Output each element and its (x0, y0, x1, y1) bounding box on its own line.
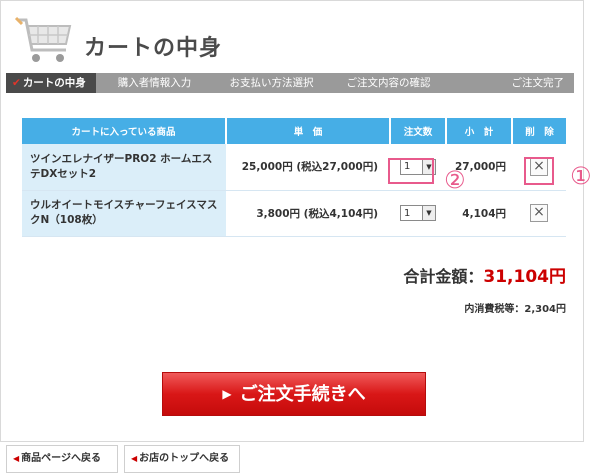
quantity-value: 1 (404, 207, 411, 219)
shopping-cart-icon (14, 16, 72, 62)
checkout-button-label: ご注文手続きへ (239, 384, 366, 405)
play-arrow-icon: ▶ (222, 387, 232, 401)
product-name: ツインエレナイザーPRO2 ホームエステDXセット2 (22, 144, 226, 191)
tax-summary: 内消費税等：2,304円 (464, 300, 566, 315)
checkout-button[interactable]: ▶ ご注文手続きへ (162, 372, 426, 416)
total-label: 合計金額： (403, 267, 484, 286)
quantity-select[interactable]: 1 ▼ (400, 205, 436, 221)
header-subtotal: 小 計 (446, 118, 513, 144)
back-to-product-link[interactable]: ◀ 商品ページへ戻る (6, 445, 118, 473)
cart-table: カートに入っている商品 単 価 注文数 小 計 削 除 ツインエレナイザーPRO… (22, 118, 566, 237)
step-order-confirm: ご注文内容の確認 (346, 77, 431, 89)
step-cart: ✔ カートの中身 (6, 73, 96, 93)
tax-value: 2,304円 (524, 304, 566, 315)
header-quantity: 注文数 (390, 118, 447, 144)
back-arrow-icon: ◀ (13, 454, 20, 463)
delete-button[interactable]: × (530, 204, 548, 222)
step-order-complete: ご注文完了 (511, 77, 565, 89)
header-delete: 削 除 (512, 118, 566, 144)
unit-price: 3,800円 (税込4,104円) (226, 190, 390, 237)
tax-label: 内消費税等： (464, 304, 525, 315)
back-arrow-icon: ◀ (131, 454, 138, 463)
back-to-shop-top-link[interactable]: ◀ お店のトップへ戻る (124, 445, 240, 473)
delete-marker: ① (570, 162, 592, 190)
table-row: ツインエレナイザーPRO2 ホームエステDXセット2 25,000円 (税込27… (22, 144, 566, 191)
unit-price: 25,000円 (税込27,000円) (226, 144, 390, 191)
subtotal: 4,104円 (446, 190, 512, 237)
check-mark-icon: ✔ (12, 77, 21, 89)
header-product: カートに入っている商品 (22, 118, 227, 144)
page-title: カートの中身 (84, 36, 223, 61)
header-unit-price: 単 価 (226, 118, 391, 144)
step-buyer-info: 購入者情報入力 (117, 77, 192, 89)
step-payment-method: お支払い方法選択 (229, 77, 314, 89)
total-value: 31,104円 (483, 267, 566, 287)
page-header: カートの中身 (10, 8, 570, 70)
checkout-progress-steps: ✔ カートの中身 購入者情報入力 お支払い方法選択 ご注文内容の確認 ご注文完了 (6, 73, 574, 93)
cart-table-header: カートに入っている商品 単 価 注文数 小 計 削 除 (22, 118, 566, 144)
quantity-highlight-box (388, 158, 434, 184)
quantity-marker: ② (444, 166, 466, 194)
product-name: ウルオイートモイスチャーフェイスマスクN（108枚） (22, 190, 226, 237)
delete-highlight-box (524, 157, 554, 185)
order-total: 合計金額：31,104円 (403, 262, 566, 287)
chevron-down-icon: ▼ (422, 206, 435, 220)
table-row: ウルオイートモイスチャーフェイスマスクN（108枚） 3,800円 (税込4,1… (22, 190, 566, 237)
